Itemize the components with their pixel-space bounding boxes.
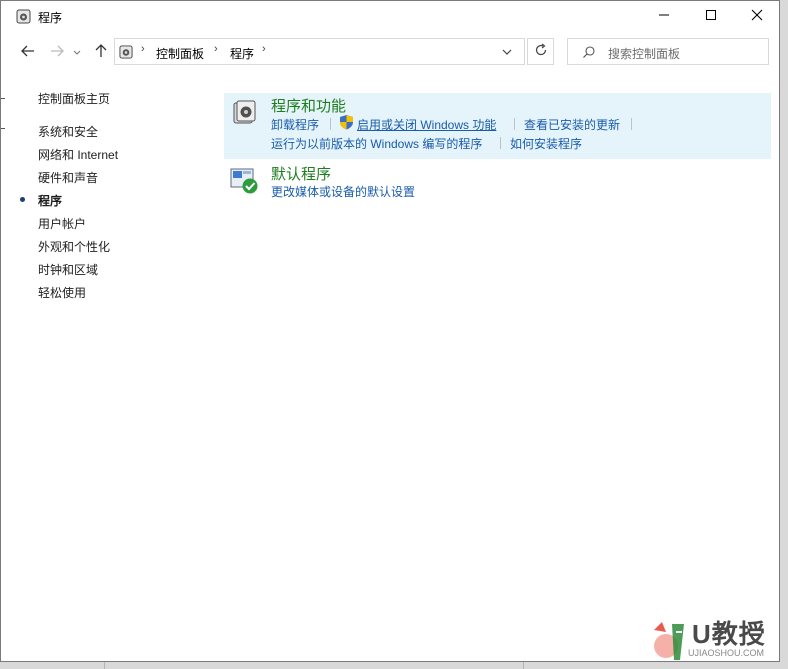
address-bar[interactable]: › 控制面板 › 程序 › bbox=[114, 38, 525, 65]
sidebar-item-network-internet[interactable]: 网络和 Internet bbox=[38, 146, 118, 163]
link-divider bbox=[631, 118, 632, 130]
search-input[interactable]: 搜索控制面板 bbox=[608, 45, 680, 62]
how-to-install-link[interactable]: 如何安装程序 bbox=[510, 135, 582, 152]
sidebar-item-hardware-sound[interactable]: 硬件和声音 bbox=[38, 169, 98, 186]
sidebar-home-link[interactable]: 控制面板主页 bbox=[38, 90, 110, 107]
sidebar-item-programs[interactable]: 程序 bbox=[38, 192, 62, 209]
recent-locations-button[interactable] bbox=[70, 39, 84, 65]
window-title: 程序 bbox=[38, 11, 63, 25]
sidebar-item-ease-of-access[interactable]: 轻松使用 bbox=[38, 284, 86, 301]
chevron-down-icon bbox=[73, 45, 81, 59]
title-bar[interactable]: 程序 bbox=[1, 1, 779, 32]
breadcrumb-separator[interactable]: › bbox=[214, 43, 218, 55]
forward-button[interactable] bbox=[46, 39, 68, 65]
watermark: U教授 UJIAOSHOU.COM bbox=[648, 612, 783, 667]
sidebar-edge-marker bbox=[1, 128, 5, 129]
programs-features-icon bbox=[230, 99, 258, 127]
refresh-button[interactable] bbox=[527, 38, 554, 65]
refresh-icon bbox=[534, 43, 548, 60]
watermark-logo-icon bbox=[650, 618, 690, 664]
chevron-down-icon bbox=[500, 48, 514, 62]
breadcrumb-programs[interactable]: 程序 bbox=[230, 45, 254, 62]
active-item-bullet bbox=[20, 197, 25, 202]
maximize-button[interactable] bbox=[688, 1, 734, 32]
minimize-button[interactable] bbox=[641, 1, 687, 32]
view-installed-updates-link[interactable]: 查看已安装的更新 bbox=[524, 116, 620, 133]
breadcrumb-control-panel[interactable]: 控制面板 bbox=[156, 45, 204, 62]
link-divider bbox=[500, 137, 501, 149]
window-edge bbox=[780, 0, 788, 669]
sidebar-item-system-security[interactable]: 系统和安全 bbox=[38, 123, 98, 140]
link-divider bbox=[514, 118, 515, 130]
arrow-up-icon bbox=[95, 43, 107, 61]
close-icon bbox=[751, 9, 763, 24]
control-panel-window: 程序 › 控制面板 › 程序 › 搜索控制面板 控制面板主页 系统和安全 网络和… bbox=[0, 0, 780, 662]
arrow-right-icon bbox=[50, 45, 64, 60]
uac-shield-icon bbox=[339, 114, 354, 130]
sidebar-item-clock-region[interactable]: 时钟和区域 bbox=[38, 261, 98, 278]
change-media-defaults-link[interactable]: 更改媒体或设备的默认设置 bbox=[271, 183, 415, 200]
search-box[interactable]: 搜索控制面板 bbox=[567, 38, 769, 65]
sidebar-edge-marker bbox=[1, 98, 5, 99]
control-panel-programs-icon bbox=[119, 45, 133, 59]
watermark-subtext: UJIAOSHOU.COM bbox=[688, 648, 765, 658]
search-icon bbox=[582, 45, 596, 59]
back-button[interactable] bbox=[17, 39, 39, 65]
run-older-programs-link[interactable]: 运行为以前版本的 Windows 编写的程序 bbox=[271, 135, 482, 152]
programs-features-title[interactable]: 程序和功能 bbox=[271, 95, 346, 116]
up-button[interactable] bbox=[90, 39, 112, 65]
control-panel-programs-icon bbox=[16, 9, 31, 24]
taskbar-divider bbox=[104, 662, 105, 669]
watermark-text: U教授 bbox=[692, 619, 766, 649]
arrow-left-icon bbox=[21, 45, 35, 60]
default-programs-icon bbox=[229, 166, 259, 196]
maximize-icon bbox=[705, 9, 717, 24]
windows-features-link[interactable]: 启用或关闭 Windows 功能 bbox=[357, 116, 496, 133]
default-programs-title[interactable]: 默认程序 bbox=[271, 163, 331, 184]
close-button[interactable] bbox=[734, 1, 780, 32]
uninstall-program-link[interactable]: 卸载程序 bbox=[271, 116, 319, 133]
minimize-icon bbox=[658, 9, 670, 24]
link-divider bbox=[330, 118, 331, 130]
sidebar-item-appearance[interactable]: 外观和个性化 bbox=[38, 238, 110, 255]
taskbar-divider bbox=[523, 662, 524, 669]
sidebar-item-user-accounts[interactable]: 用户帐户 bbox=[38, 215, 86, 232]
breadcrumb-separator[interactable]: › bbox=[262, 43, 266, 55]
address-dropdown-button[interactable] bbox=[500, 45, 514, 59]
breadcrumb-separator[interactable]: › bbox=[141, 43, 145, 55]
